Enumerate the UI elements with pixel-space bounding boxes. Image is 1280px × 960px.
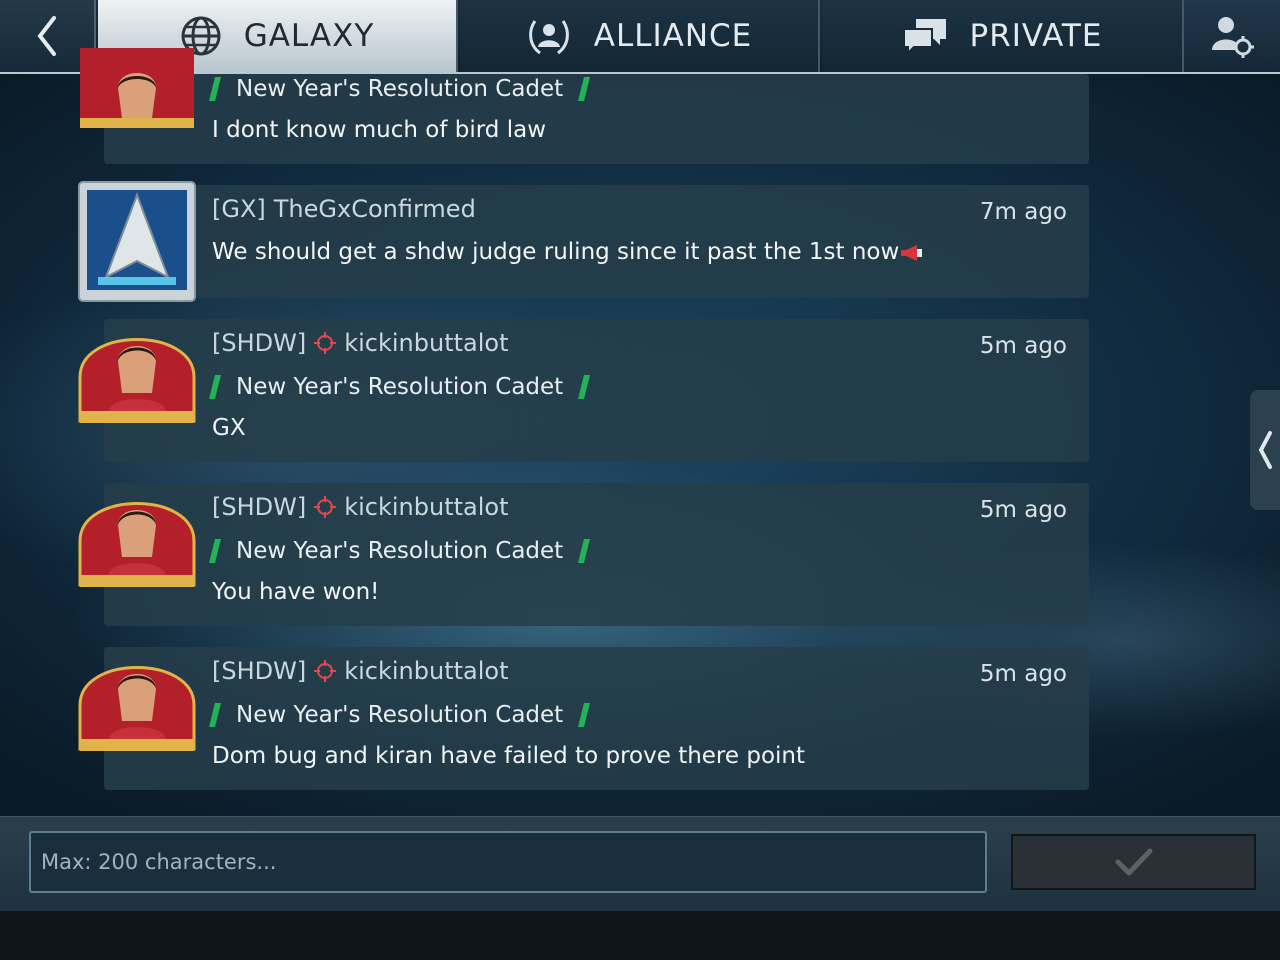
username: kickinbuttalot [344, 493, 509, 521]
alliance-laurel-icon [528, 20, 569, 55]
tab-private-label: PRIVATE [969, 18, 1103, 54]
message-text-row: We should get a shdw judge ruling since … [212, 239, 923, 265]
message-text: I dont know much of bird law [212, 117, 547, 143]
username: TheGxConfirmed [273, 195, 476, 223]
tab-galaxy-label: GALAXY [243, 18, 375, 54]
player-title-text: New Year's Resolution Cadet [236, 702, 564, 728]
alliance-tag: [SHDW] [212, 329, 307, 357]
user-settings-icon [1212, 17, 1254, 58]
checkmark-icon [1115, 848, 1152, 876]
avatar[interactable] [78, 645, 196, 757]
message-time: 7m ago [979, 199, 1067, 225]
sender-name[interactable]: [SHDW] kickinbuttalot [212, 329, 509, 357]
avatar[interactable] [78, 481, 196, 593]
send-button[interactable] [1011, 834, 1256, 890]
sender-name[interactable]: [SHDW] kickinbuttalot [212, 493, 509, 521]
side-panel-handle[interactable] [1250, 390, 1280, 510]
message-time: 5m ago [979, 333, 1067, 359]
player-title: New Year's Resolution Cadet [209, 702, 591, 728]
chat-settings-button[interactable] [1184, 0, 1280, 72]
message-text: You have won! [212, 579, 380, 605]
message-text: We should get a shdw judge ruling since … [212, 239, 900, 265]
message-text: GX [212, 415, 246, 441]
crosshair-icon [314, 660, 337, 682]
player-title: New Year's Resolution Cadet [209, 374, 591, 400]
chevron-left-icon [37, 16, 56, 56]
alliance-tag: [GX] [212, 195, 266, 223]
player-title: New Year's Resolution Cadet [209, 538, 591, 564]
tab-private[interactable]: PRIVATE [822, 0, 1184, 72]
username: kickinbuttalot [344, 657, 509, 685]
message-time: 5m ago [979, 661, 1067, 687]
tab-alliance-label: ALLIANCE [593, 18, 753, 54]
player-title-text: New Year's Resolution Cadet [236, 76, 564, 102]
player-title-text: New Year's Resolution Cadet [236, 538, 564, 564]
crosshair-icon [314, 332, 337, 354]
chevron-left-icon [1258, 431, 1272, 469]
sender-name[interactable]: [GX] TheGxConfirmed [212, 195, 476, 223]
username: kickinbuttalot [344, 329, 509, 357]
message-text: Dom bug and kiran have failed to prove t… [212, 743, 806, 769]
megaphone-icon [901, 244, 923, 261]
sender-name[interactable]: [SHDW] kickinbuttalot [212, 657, 509, 685]
alliance-tag: [SHDW] [212, 657, 307, 685]
avatar[interactable] [78, 48, 196, 160]
message-time: 5m ago [979, 497, 1067, 523]
player-title-text: New Year's Resolution Cadet [236, 374, 564, 400]
tab-alliance[interactable]: ALLIANCE [460, 0, 820, 72]
chat-input[interactable] [29, 831, 987, 893]
crosshair-icon [314, 496, 337, 518]
footer-strip [0, 911, 1280, 960]
alliance-tag: [SHDW] [212, 493, 307, 521]
avatar[interactable] [78, 317, 196, 429]
avatar[interactable] [78, 181, 196, 302]
chat-bubbles-icon [902, 19, 946, 56]
player-title: New Year's Resolution Cadet [209, 76, 591, 102]
